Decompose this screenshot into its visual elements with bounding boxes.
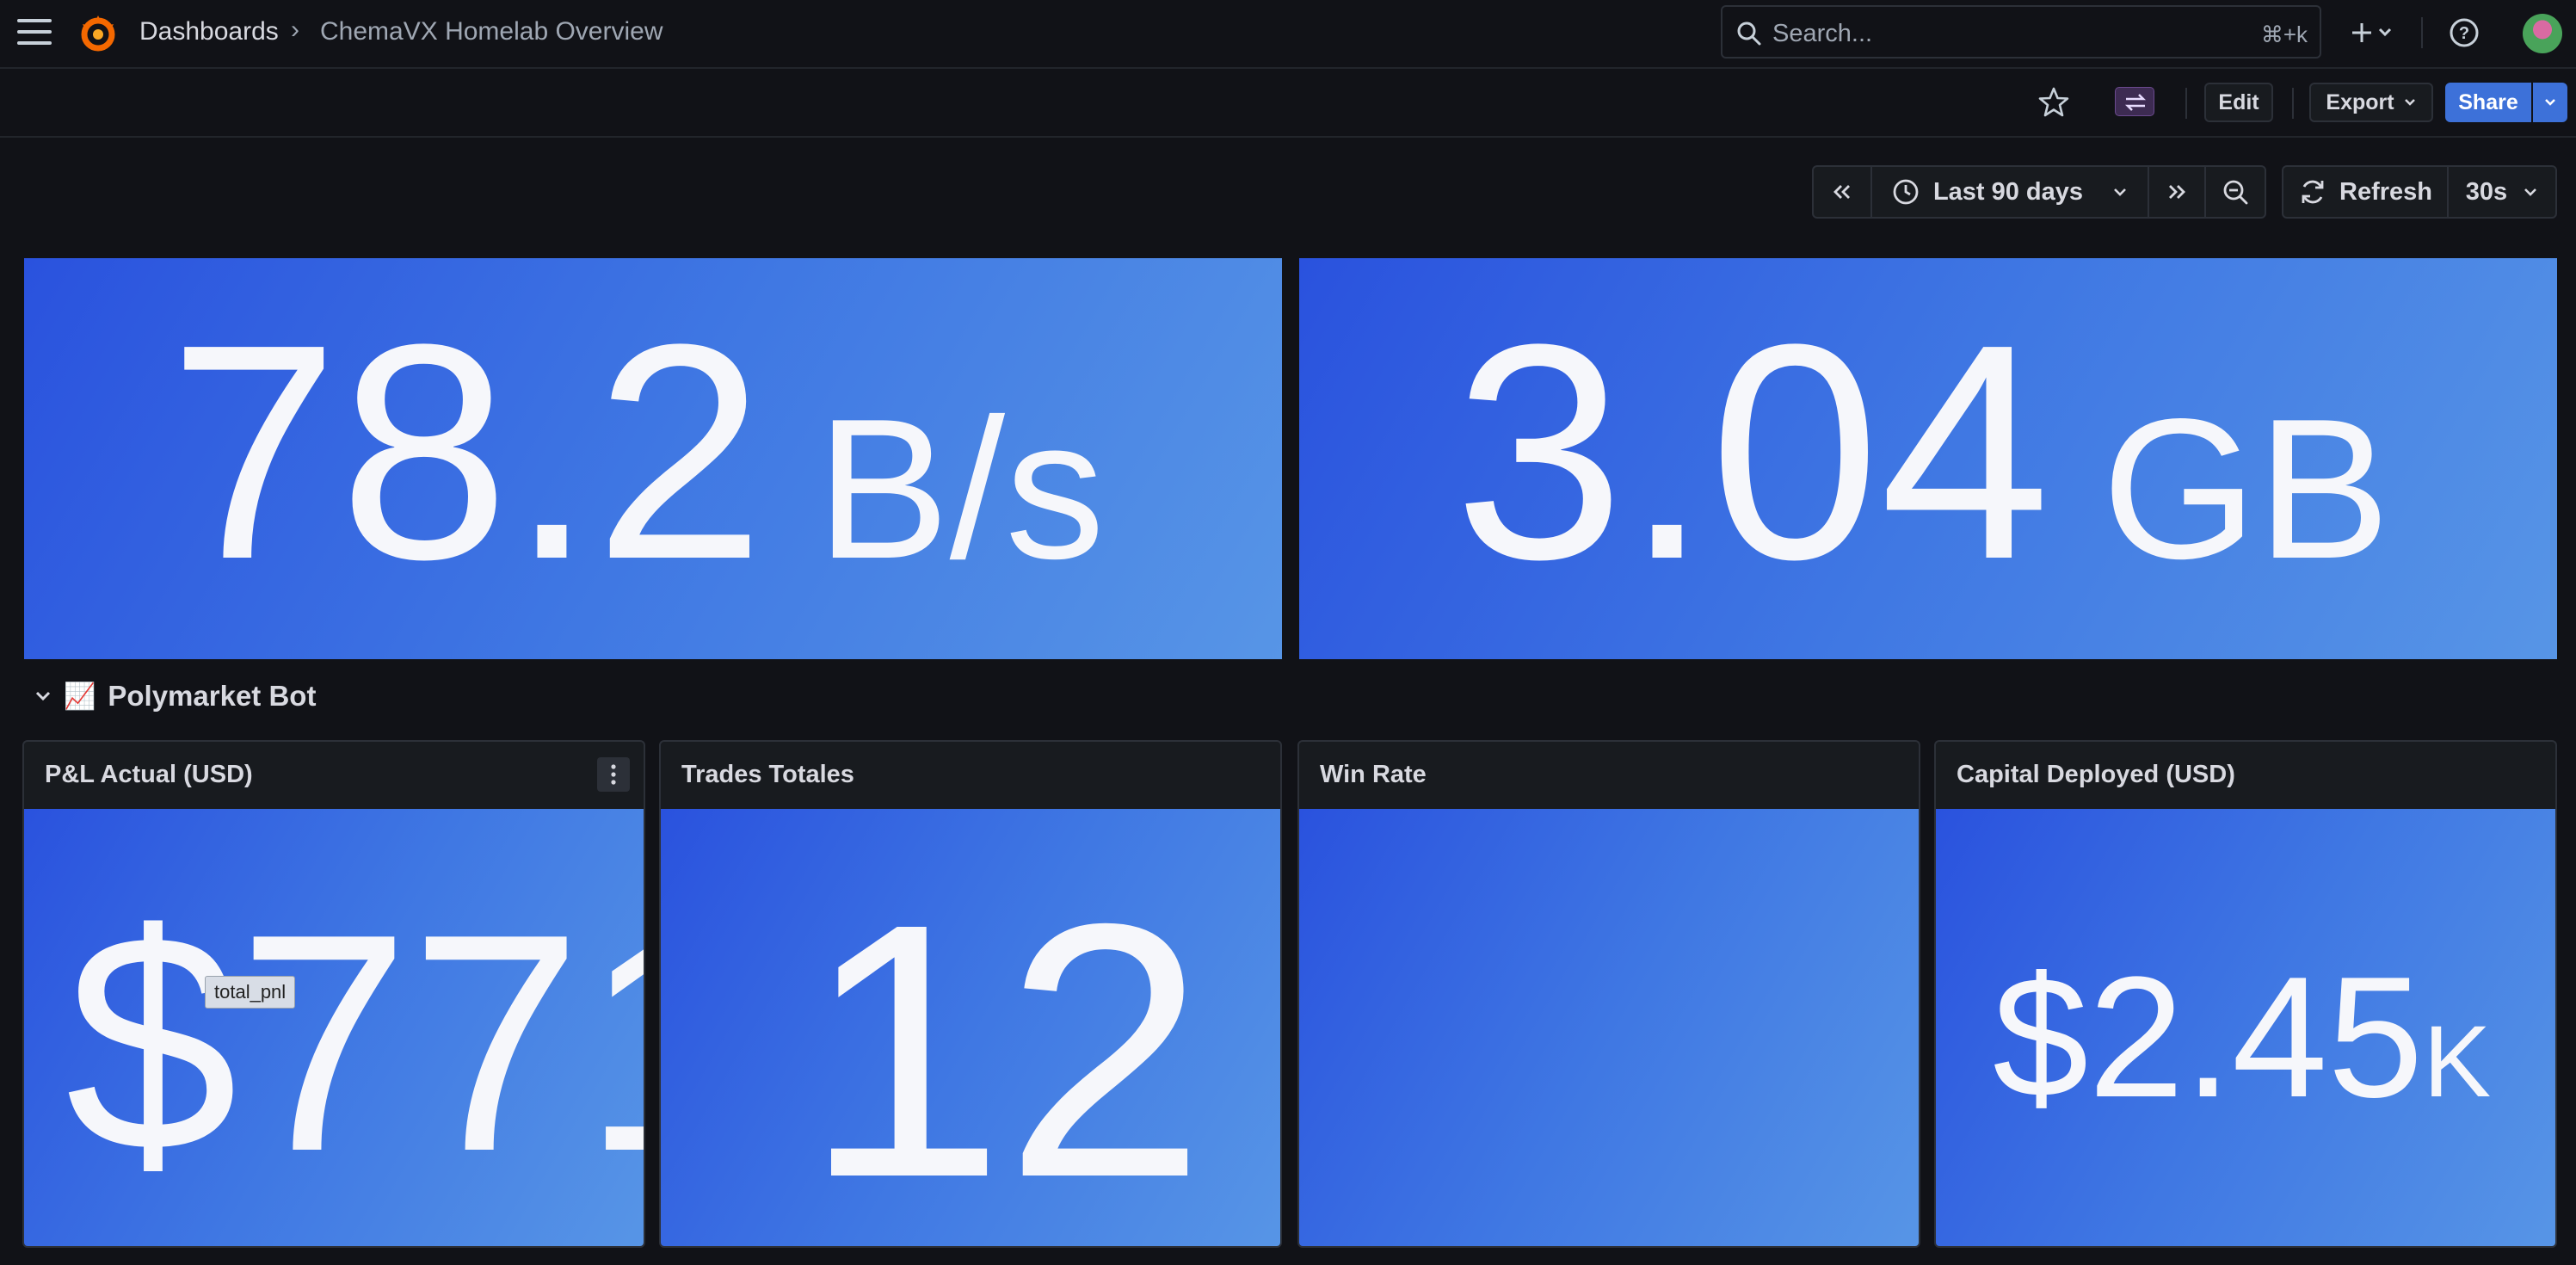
- stat-value: 12: [804, 871, 1205, 1232]
- stat-panel-network-rate[interactable]: 78.2 B/s: [24, 258, 1282, 659]
- refresh-icon: [2302, 180, 2324, 204]
- stat-prefix: $: [1993, 941, 2089, 1133]
- search-placeholder: Search...: [1772, 20, 1873, 47]
- dashboard-toolbar: Edit Export Share: [0, 69, 2576, 138]
- stat-number: 771: [237, 870, 644, 1216]
- add-new-button[interactable]: [2340, 10, 2400, 55]
- stat-value: $2.45K: [1993, 952, 2491, 1124]
- toolbar-divider: [2185, 88, 2187, 119]
- chart-up-icon: 📈: [64, 682, 96, 711]
- time-range-controls: Last 90 days: [1812, 165, 2266, 219]
- panel-title: P&L Actual (USD): [45, 761, 253, 788]
- zoom-out-button[interactable]: [2206, 167, 2265, 217]
- more-vertical-icon: [611, 764, 616, 785]
- refresh-button[interactable]: Refresh: [2283, 167, 2449, 217]
- series-tooltip: total_pnl: [205, 976, 296, 1009]
- double-chevron-right-icon: [2169, 185, 2185, 199]
- menu-icon[interactable]: [17, 19, 52, 48]
- row-title: Polymarket Bot: [108, 680, 317, 712]
- time-shift-back-button[interactable]: [1814, 167, 1872, 217]
- stat-number: 78.2: [169, 281, 765, 623]
- swap-icon[interactable]: [2115, 87, 2154, 116]
- edit-button[interactable]: Edit: [2204, 83, 2273, 122]
- refresh-interval-picker[interactable]: 30s: [2449, 167, 2555, 217]
- stat-number: 12: [804, 849, 1206, 1248]
- share-options-button[interactable]: [2533, 83, 2567, 122]
- refresh-label: Refresh: [2339, 177, 2432, 206]
- grafana-logo-icon[interactable]: [77, 12, 119, 53]
- stat-number: 3.04: [1454, 281, 2050, 623]
- stat-unit: GB: [2101, 378, 2391, 601]
- panel-stat-body: $771: [24, 809, 644, 1246]
- refresh-controls: Refresh 30s: [2282, 165, 2557, 219]
- breadcrumb-dashboards[interactable]: Dashboards: [139, 17, 279, 46]
- top-navbar: Dashboards › ChemaVX Homelab Overview Se…: [0, 0, 2576, 69]
- panel-trades-totales[interactable]: Trades Totales 12: [659, 740, 1282, 1248]
- help-icon[interactable]: ?: [2449, 17, 2480, 48]
- panel-title: Trades Totales: [681, 761, 854, 788]
- row-header-polymarket[interactable]: 📈 Polymarket Bot: [34, 680, 316, 713]
- refresh-interval-label: 30s: [2465, 177, 2508, 206]
- panel-title: Win Rate: [1320, 761, 1427, 788]
- user-avatar[interactable]: [2523, 14, 2562, 53]
- stat-number: 2.45: [2088, 941, 2424, 1133]
- panel-win-rate[interactable]: Win Rate: [1297, 740, 1920, 1248]
- stat-value: 78.2 B/s: [169, 299, 1105, 606]
- panel-stat-body: 12: [661, 809, 1280, 1246]
- nav-divider: [2421, 17, 2423, 48]
- edit-label: Edit: [2218, 89, 2259, 114]
- stat-unit: B/s: [816, 378, 1106, 601]
- toolbar-divider: [2292, 88, 2294, 119]
- search-icon: [1737, 22, 1761, 46]
- breadcrumb-separator: ›: [291, 15, 299, 44]
- chevron-down-icon: [2524, 188, 2537, 196]
- chevron-down-icon: [2545, 99, 2555, 106]
- panel-menu-button[interactable]: [597, 757, 630, 792]
- time-range-picker[interactable]: Last 90 days: [1872, 167, 2149, 217]
- stat-value: $771: [65, 888, 644, 1198]
- zoom-out-icon: [2223, 180, 2248, 205]
- panel-stat-body: [1299, 809, 1919, 1246]
- panel-capital-deployed[interactable]: Capital Deployed (USD) $2.45K: [1934, 740, 2557, 1248]
- chevron-down-icon: [2404, 99, 2415, 106]
- double-chevron-left-icon: [1833, 185, 1850, 199]
- panel-pnl-actual[interactable]: P&L Actual (USD) $771: [22, 740, 645, 1248]
- star-icon[interactable]: [2037, 86, 2070, 119]
- stat-suffix: K: [2423, 1005, 2492, 1119]
- export-button[interactable]: Export: [2309, 83, 2433, 122]
- stat-value: 3.04 GB: [1454, 299, 2390, 606]
- search-input[interactable]: Search... ⌘+k: [1721, 5, 2321, 59]
- time-shift-forward-button[interactable]: [2149, 167, 2206, 217]
- breadcrumb-current: ChemaVX Homelab Overview: [320, 17, 663, 46]
- svg-text:?: ?: [2459, 24, 2469, 43]
- clock-icon: [1893, 179, 1919, 205]
- share-button[interactable]: Share: [2445, 83, 2531, 122]
- share-label: Share: [2458, 89, 2518, 114]
- time-range-label: Last 90 days: [1932, 177, 2084, 206]
- stat-prefix: $: [65, 870, 238, 1216]
- panel-stat-body: $2.45K: [1936, 809, 2555, 1246]
- stat-panel-storage[interactable]: 3.04 GB: [1299, 258, 2557, 659]
- chevron-down-icon: [35, 691, 51, 701]
- chevron-down-icon: [2114, 188, 2126, 196]
- panel-title: Capital Deployed (USD): [1957, 761, 2235, 788]
- search-shortcut: ⌘+k: [2260, 22, 2308, 47]
- export-label: Export: [2326, 89, 2394, 114]
